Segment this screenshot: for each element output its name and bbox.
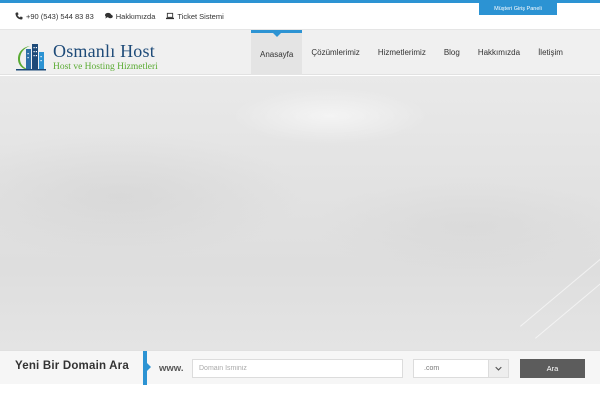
nav-item-services[interactable]: Hizmetlerimiz	[369, 30, 435, 75]
phone-number: +90 (543) 544 83 83	[26, 11, 94, 21]
nav-item-blog[interactable]: Blog	[435, 30, 469, 75]
hero-decor-streak	[535, 260, 600, 339]
www-prefix: www.	[159, 363, 184, 374]
tld-select[interactable]: .com	[413, 359, 509, 378]
nav-item-home[interactable]: Anasayfa	[251, 30, 303, 75]
phone-link[interactable]: +90 (543) 544 83 83	[15, 12, 94, 21]
about-link[interactable]: Hakkımızda	[104, 11, 156, 21]
logo-mark-icon	[16, 44, 46, 71]
hero-banner-image	[0, 76, 600, 350]
phone-icon	[15, 12, 23, 20]
laptop-icon	[166, 12, 175, 20]
about-link-label: Hakkımızda	[115, 11, 156, 21]
main-nav: Anasayfa Çözümlerimiz Hizmetlerimiz Blog…	[251, 30, 572, 75]
ticket-link-label: Ticket Sistemi	[177, 11, 224, 21]
nav-item-contact[interactable]: İletişim	[529, 30, 572, 75]
tld-selected-value: .com	[424, 365, 440, 372]
top-bar: +90 (543) 544 83 83 Hakkımızda Ticket Si…	[0, 3, 600, 30]
ticket-link[interactable]: Ticket Sistemi	[166, 11, 224, 21]
site-header: Osmanlı Host Host ve Hosting Hizmetleri …	[0, 30, 600, 75]
comments-icon	[104, 12, 113, 20]
domain-name-input[interactable]	[192, 359, 403, 378]
top-contact-links: +90 (543) 544 83 83 Hakkımızda Ticket Si…	[15, 3, 235, 29]
hero-decor-streak	[520, 248, 600, 327]
customer-panel-button[interactable]: Müşteri Giriş Paneli	[479, 3, 557, 15]
site-logo[interactable]: Osmanlı Host Host ve Hosting Hizmetleri	[14, 39, 184, 79]
chevron-down-icon	[488, 360, 508, 377]
domain-search-bar: Yeni Bir Domain Ara www. .com Ara	[0, 350, 600, 385]
domain-search-title: Yeni Bir Domain Ara	[15, 360, 129, 372]
domain-search-button[interactable]: Ara	[520, 359, 585, 378]
nav-item-about[interactable]: Hakkımızda	[469, 30, 529, 75]
logo-tagline: Host ve Hosting Hizmetleri	[53, 62, 158, 72]
domain-search-divider	[143, 351, 151, 385]
nav-item-solutions[interactable]: Çözümlerimiz	[302, 30, 368, 75]
logo-name: Osmanlı Host	[53, 41, 155, 61]
